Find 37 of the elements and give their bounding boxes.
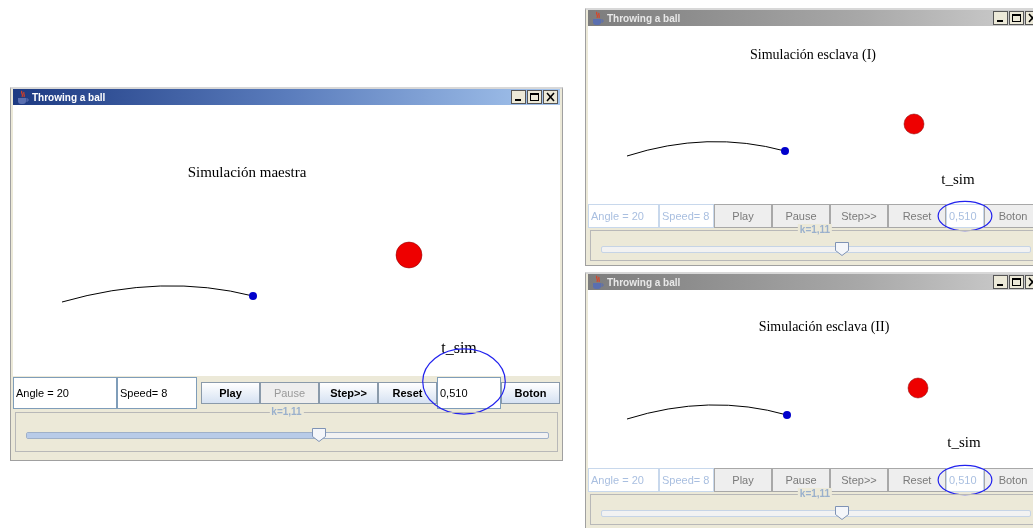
window-title: Throwing a ball xyxy=(607,276,682,288)
maximize-icon xyxy=(1009,275,1024,289)
slider-label: k=1,11 xyxy=(269,406,304,418)
marker-dot xyxy=(781,147,789,155)
simulation-heading: Simulación esclava (II) xyxy=(758,319,890,334)
angle-field[interactable]: Angle = 20 xyxy=(13,377,117,409)
minimize-icon xyxy=(511,90,526,104)
control-button[interactable]: Play xyxy=(201,382,260,404)
simulation-heading: Simulación maestra xyxy=(187,164,307,180)
ball xyxy=(395,241,423,269)
cup-icon xyxy=(590,275,604,289)
cup-icon xyxy=(590,11,604,25)
window-title: Throwing a ball xyxy=(32,91,107,103)
minimize-icon xyxy=(993,11,1008,25)
slider-label: k=1,11 xyxy=(797,224,833,236)
ball xyxy=(903,113,925,135)
time-label: t_sim xyxy=(947,434,981,450)
window-title: Throwing a ball xyxy=(607,12,682,24)
time-label: t_sim xyxy=(941,171,975,187)
control-button[interactable]: Reset xyxy=(378,382,437,404)
close-icon xyxy=(543,90,558,104)
slider-thumb[interactable] xyxy=(311,428,326,442)
slider-label: k=1,11 xyxy=(797,488,833,500)
boton-button[interactable]: Boton xyxy=(501,382,560,404)
speed-field[interactable]: Speed= 8 xyxy=(117,377,197,409)
slider-thumb[interactable] xyxy=(834,506,849,520)
minimize-icon xyxy=(993,275,1008,289)
ball xyxy=(907,377,929,399)
cup-icon xyxy=(15,90,29,104)
marker-dot xyxy=(783,411,791,419)
slider-thumb[interactable] xyxy=(834,242,849,256)
maximize-icon xyxy=(1009,11,1024,25)
marker-dot xyxy=(249,292,257,300)
time-field[interactable]: 0,510 xyxy=(437,377,501,409)
maximize-icon xyxy=(527,90,542,104)
control-button[interactable]: Step>> xyxy=(319,382,378,404)
simulation-heading: Simulación esclava (I) xyxy=(750,47,876,62)
